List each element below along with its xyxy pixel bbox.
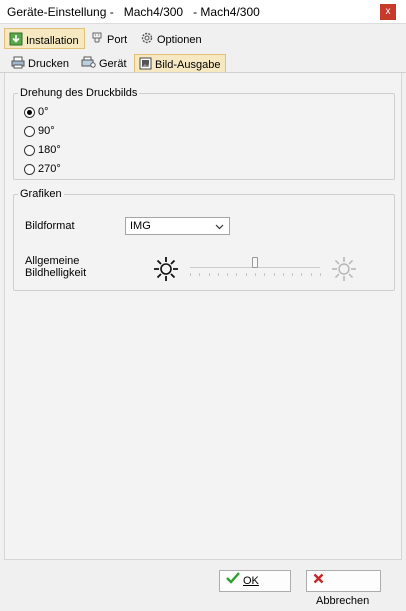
slider-tick bbox=[218, 273, 219, 276]
tab-optionen-label: Optionen bbox=[157, 33, 202, 46]
radio-rotation-270[interactable]: 270° bbox=[24, 162, 61, 178]
slider-tick bbox=[274, 273, 275, 276]
image-format-select[interactable]: IMG bbox=[125, 217, 230, 235]
cancel-button[interactable]: Abbrechen bbox=[306, 570, 381, 607]
rotation-group: Drehung des Druckbilds 0° 90° 180° 270° bbox=[13, 87, 395, 180]
checkmark-icon bbox=[226, 571, 240, 591]
sun-dark-icon bbox=[153, 256, 179, 285]
rotation-group-legend: Drehung des Druckbilds bbox=[20, 87, 138, 99]
slider-tick bbox=[264, 273, 265, 276]
slider-tick bbox=[292, 273, 293, 276]
slider-tick bbox=[283, 273, 284, 276]
radio-rotation-0[interactable]: 0° bbox=[24, 105, 49, 121]
brightness-slider-thumb[interactable] bbox=[252, 257, 258, 268]
chevron-down-icon bbox=[215, 221, 224, 233]
close-button[interactable]: x bbox=[380, 4, 396, 20]
tab-bild-ausgabe[interactable]: Bild-Ausgabe bbox=[134, 54, 227, 74]
ok-button-label: OK bbox=[243, 575, 259, 588]
slider-tick bbox=[190, 273, 191, 276]
button-bar: OK Abbrechen bbox=[0, 562, 406, 607]
graphics-group: Grafiken Bildformat IMG Allgemeine Bildh… bbox=[13, 188, 395, 291]
ok-button[interactable]: OK bbox=[219, 570, 291, 592]
radio-button[interactable] bbox=[24, 163, 35, 175]
brightness-label-line2: Bildhelligkeit bbox=[25, 267, 87, 279]
cancel-x-icon bbox=[313, 571, 324, 591]
slider-tick bbox=[209, 273, 210, 276]
radio-label-90: 90° bbox=[38, 125, 55, 138]
radio-button-checked[interactable] bbox=[24, 106, 35, 118]
slider-tick bbox=[301, 273, 302, 276]
cancel-button-label: Abbrechen bbox=[316, 595, 370, 608]
tab-port[interactable]: Port bbox=[86, 28, 132, 49]
radio-label-270: 270° bbox=[38, 163, 61, 176]
brightness-label-line1: Allgemeine bbox=[25, 255, 80, 267]
image-icon bbox=[139, 57, 152, 73]
slider-tick bbox=[236, 273, 237, 276]
tab-bild-ausgabe-label: Bild-Ausgabe bbox=[155, 59, 221, 71]
gear-icon bbox=[140, 31, 154, 48]
radio-rotation-180[interactable]: 180° bbox=[24, 143, 61, 159]
content-panel: Drehung des Druckbilds 0° 90° 180° 270° … bbox=[4, 73, 402, 560]
printer-icon bbox=[11, 56, 25, 72]
tab-installation[interactable]: Installation bbox=[4, 28, 85, 49]
tab-drucken-label: Drucken bbox=[28, 58, 69, 70]
tab-port-label: Port bbox=[107, 33, 128, 46]
tab-drucken[interactable]: Drucken bbox=[7, 54, 74, 73]
brightness-label: Allgemeine Bildhelligkeit bbox=[25, 255, 86, 279]
slider-tick bbox=[246, 273, 247, 276]
image-format-label: Bildformat bbox=[25, 220, 75, 232]
title-bar: Geräte-Einstellung - Mach4/300 - Mach4/3… bbox=[0, 0, 406, 24]
install-icon bbox=[9, 32, 23, 49]
radio-button[interactable] bbox=[24, 144, 35, 156]
sun-light-icon bbox=[331, 256, 357, 285]
tab-geraet[interactable]: Gerät bbox=[77, 54, 132, 73]
radio-label-180: 180° bbox=[38, 144, 61, 157]
slider-tick bbox=[227, 273, 228, 276]
port-icon bbox=[90, 31, 104, 48]
graphics-group-legend: Grafiken bbox=[20, 188, 62, 200]
tab-installation-label: Installation bbox=[26, 34, 79, 47]
tab-optionen[interactable]: Optionen bbox=[136, 28, 207, 49]
window-title: Geräte-Einstellung - Mach4/300 - Mach4/3… bbox=[7, 5, 260, 19]
slider-tick bbox=[320, 273, 321, 276]
tab-geraet-label: Gerät bbox=[99, 58, 127, 70]
slider-tick bbox=[199, 273, 200, 276]
main-tab-bar: Installation Port Optionen bbox=[0, 26, 406, 50]
close-icon: x bbox=[385, 6, 391, 17]
device-icon bbox=[81, 56, 96, 72]
slider-tick bbox=[311, 273, 312, 276]
image-format-value: IMG bbox=[130, 220, 151, 232]
radio-button[interactable] bbox=[24, 125, 35, 137]
slider-tick bbox=[255, 273, 256, 276]
radio-label-0: 0° bbox=[38, 106, 49, 119]
radio-rotation-90[interactable]: 90° bbox=[24, 124, 55, 140]
